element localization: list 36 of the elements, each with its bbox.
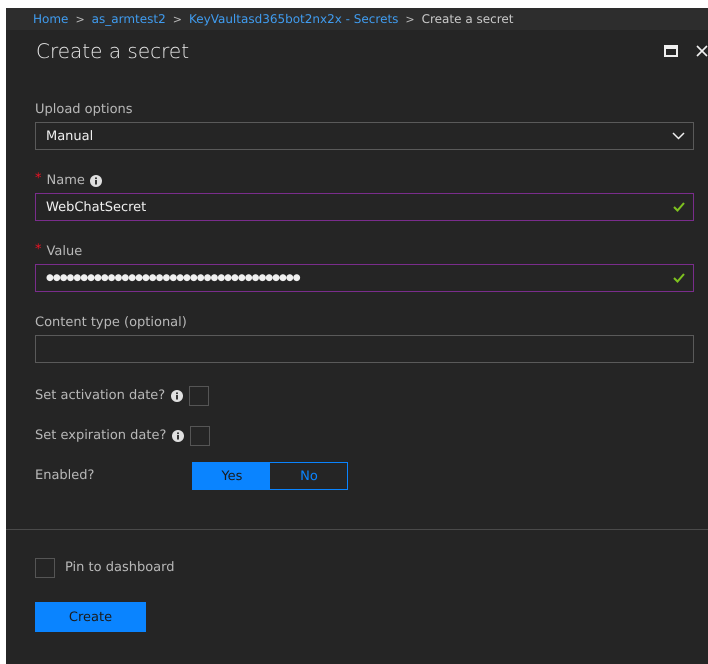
upload-options-dropdown[interactable]: Manual	[35, 122, 694, 150]
breadcrumb-link[interactable]: Home	[33, 12, 68, 26]
breadcrumb-separator: >	[405, 12, 415, 26]
checkbox[interactable]	[189, 386, 210, 406]
field-label: Upload options	[35, 101, 133, 119]
option-label: Pin to dashboard	[65, 559, 174, 577]
breadcrumb-link[interactable]: KeyVaultasd365bot2nx2x - Secrets	[188, 12, 398, 26]
input-field[interactable]	[35, 335, 694, 363]
required-asterisk: *	[35, 171, 42, 186]
field-label: Content type (optional)	[35, 314, 187, 332]
toggle-option[interactable]: No	[270, 463, 348, 489]
required-asterisk: *	[35, 242, 42, 257]
breadcrumb-link[interactable]: Create a secret	[422, 12, 514, 26]
maximize-icon[interactable]	[664, 45, 678, 57]
chevron-down-icon	[672, 132, 685, 140]
create-button[interactable]: Create	[35, 602, 146, 632]
close-icon[interactable]	[696, 45, 708, 57]
checkbox[interactable]	[35, 558, 55, 578]
field-label: Name	[46, 172, 85, 190]
checkmark-icon	[673, 202, 685, 212]
breadcrumb-separator: >	[75, 12, 85, 26]
input-field[interactable]: WebChatSecret	[35, 193, 694, 221]
info-icon	[171, 390, 184, 402]
checkmark-icon	[673, 273, 685, 283]
toggle-option[interactable]: Yes	[193, 463, 270, 489]
info-icon	[90, 175, 102, 187]
option-label: Set expiration date?	[35, 427, 166, 445]
option-label: Set activation date?	[35, 387, 166, 405]
input-field[interactable]: ●●●●●●●●●●●●●●●●●●●●●●●●●●●●●●●●●●●●●	[35, 264, 694, 292]
blade-title: Create a secret	[36, 39, 190, 63]
field-label: Value	[46, 243, 82, 261]
breadcrumb-separator: >	[172, 12, 182, 26]
option-label: Enabled?	[35, 467, 94, 485]
checkbox[interactable]	[190, 426, 210, 446]
info-icon	[172, 430, 184, 442]
breadcrumb-link[interactable]: as_armtest2	[92, 12, 166, 26]
